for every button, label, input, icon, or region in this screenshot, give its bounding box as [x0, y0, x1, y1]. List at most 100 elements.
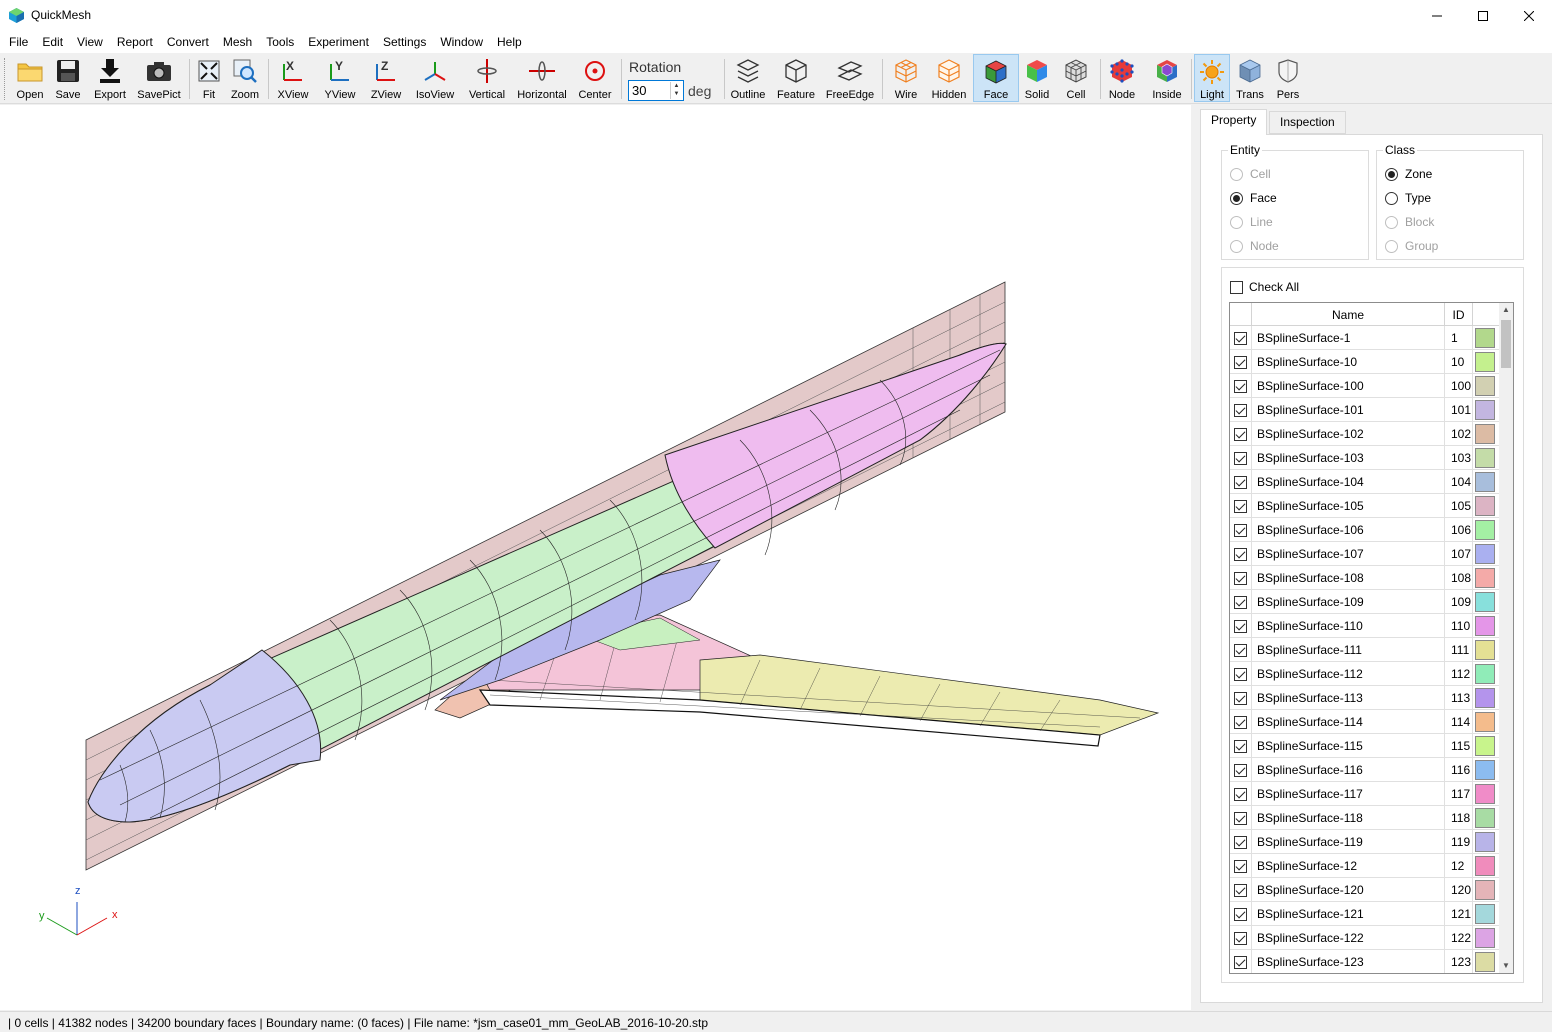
scroll-up-icon[interactable]: ▲: [1499, 303, 1513, 317]
table-row[interactable]: BSplineSurface-108 108: [1230, 566, 1500, 590]
entity-radio-line[interactable]: Line: [1230, 215, 1273, 229]
entity-radio-face[interactable]: Face: [1230, 191, 1277, 205]
menu-file[interactable]: File: [2, 31, 35, 53]
row-checkbox[interactable]: [1230, 806, 1252, 830]
table-row[interactable]: BSplineSurface-109 109: [1230, 590, 1500, 614]
row-checkbox[interactable]: [1230, 662, 1252, 686]
table-row[interactable]: BSplineSurface-112 112: [1230, 662, 1500, 686]
menu-settings[interactable]: Settings: [376, 31, 433, 53]
table-row[interactable]: BSplineSurface-118 118: [1230, 806, 1500, 830]
row-color-swatch[interactable]: [1475, 328, 1495, 348]
table-row[interactable]: BSplineSurface-116 116: [1230, 758, 1500, 782]
row-color-swatch[interactable]: [1475, 688, 1495, 708]
row-checkbox[interactable]: [1230, 902, 1252, 926]
menu-report[interactable]: Report: [110, 31, 160, 53]
table-row[interactable]: BSplineSurface-1 1: [1230, 326, 1500, 350]
center-button[interactable]: Center: [575, 54, 615, 102]
column-header-name[interactable]: Name: [1252, 303, 1445, 326]
table-row[interactable]: BSplineSurface-12 12: [1230, 854, 1500, 878]
table-row[interactable]: BSplineSurface-102 102: [1230, 422, 1500, 446]
xview-button[interactable]: X XView: [274, 54, 312, 102]
horizontal-button[interactable]: Horizontal: [515, 54, 569, 102]
inside-button[interactable]: Inside: [1148, 54, 1186, 102]
table-row[interactable]: BSplineSurface-122 122: [1230, 926, 1500, 950]
row-color-swatch[interactable]: [1475, 784, 1495, 804]
feature-button[interactable]: Feature: [774, 54, 818, 102]
toolbar-grip[interactable]: [4, 58, 7, 100]
table-row[interactable]: BSplineSurface-113 113: [1230, 686, 1500, 710]
fit-button[interactable]: Fit: [194, 54, 224, 102]
table-row[interactable]: BSplineSurface-119 119: [1230, 830, 1500, 854]
row-checkbox[interactable]: [1230, 422, 1252, 446]
row-checkbox[interactable]: [1230, 950, 1252, 973]
menu-mesh[interactable]: Mesh: [216, 31, 259, 53]
table-row[interactable]: BSplineSurface-120 120: [1230, 878, 1500, 902]
row-checkbox[interactable]: [1230, 854, 1252, 878]
table-row[interactable]: BSplineSurface-103 103: [1230, 446, 1500, 470]
class-radio-type[interactable]: Type: [1385, 191, 1431, 205]
row-checkbox[interactable]: [1230, 470, 1252, 494]
table-row[interactable]: BSplineSurface-106 106: [1230, 518, 1500, 542]
menu-help[interactable]: Help: [490, 31, 529, 53]
rotation-input[interactable]: 30 ▲ ▼: [628, 80, 684, 101]
row-checkbox[interactable]: [1230, 446, 1252, 470]
scroll-thumb[interactable]: [1501, 320, 1511, 368]
row-color-swatch[interactable]: [1475, 520, 1495, 540]
row-color-swatch[interactable]: [1475, 880, 1495, 900]
row-checkbox[interactable]: [1230, 350, 1252, 374]
row-color-swatch[interactable]: [1475, 952, 1495, 972]
minimize-button[interactable]: [1414, 0, 1460, 31]
table-row[interactable]: BSplineSurface-107 107: [1230, 542, 1500, 566]
scroll-down-icon[interactable]: ▼: [1499, 959, 1513, 973]
class-radio-zone[interactable]: Zone: [1385, 167, 1432, 181]
yview-button[interactable]: Y YView: [320, 54, 360, 102]
maximize-button[interactable]: [1460, 0, 1506, 31]
table-row[interactable]: BSplineSurface-100 100: [1230, 374, 1500, 398]
rotation-spinner[interactable]: ▲ ▼: [670, 82, 682, 99]
open-button[interactable]: Open: [12, 54, 48, 102]
row-color-swatch[interactable]: [1475, 904, 1495, 924]
row-color-swatch[interactable]: [1475, 760, 1495, 780]
row-color-swatch[interactable]: [1475, 400, 1495, 420]
row-color-swatch[interactable]: [1475, 448, 1495, 468]
table-row[interactable]: BSplineSurface-110 110: [1230, 614, 1500, 638]
node-button[interactable]: Node: [1104, 54, 1140, 102]
row-checkbox[interactable]: [1230, 590, 1252, 614]
row-color-swatch[interactable]: [1475, 664, 1495, 684]
export-button[interactable]: Export: [90, 54, 130, 102]
menu-tools[interactable]: Tools: [259, 31, 301, 53]
table-scrollbar[interactable]: ▲ ▼: [1499, 303, 1513, 973]
row-checkbox[interactable]: [1230, 518, 1252, 542]
table-row[interactable]: BSplineSurface-123 123: [1230, 950, 1500, 973]
row-color-swatch[interactable]: [1475, 712, 1495, 732]
menu-convert[interactable]: Convert: [160, 31, 216, 53]
freeedge-button[interactable]: FreeEdge: [824, 54, 876, 102]
table-row[interactable]: BSplineSurface-104 104: [1230, 470, 1500, 494]
3d-viewport[interactable]: z y x: [0, 105, 1191, 1010]
row-checkbox[interactable]: [1230, 878, 1252, 902]
row-checkbox[interactable]: [1230, 494, 1252, 518]
light-button[interactable]: Light: [1194, 54, 1230, 102]
row-checkbox[interactable]: [1230, 686, 1252, 710]
table-row[interactable]: BSplineSurface-117 117: [1230, 782, 1500, 806]
menu-window[interactable]: Window: [433, 31, 490, 53]
check-all-checkbox[interactable]: Check All: [1230, 280, 1299, 294]
cell-button[interactable]: Cell: [1060, 54, 1092, 102]
table-row[interactable]: BSplineSurface-111 111: [1230, 638, 1500, 662]
outline-button[interactable]: Outline: [728, 54, 768, 102]
menu-experiment[interactable]: Experiment: [301, 31, 376, 53]
row-checkbox[interactable]: [1230, 566, 1252, 590]
isoview-button[interactable]: IsoView: [412, 54, 458, 102]
menu-view[interactable]: View: [70, 31, 110, 53]
entity-radio-cell[interactable]: Cell: [1230, 167, 1271, 181]
vertical-button[interactable]: Vertical: [465, 54, 509, 102]
row-checkbox[interactable]: [1230, 398, 1252, 422]
face-button[interactable]: Face: [973, 54, 1019, 102]
row-color-swatch[interactable]: [1475, 544, 1495, 564]
entity-radio-node[interactable]: Node: [1230, 239, 1279, 253]
tab-property[interactable]: Property: [1200, 109, 1268, 135]
table-row[interactable]: BSplineSurface-121 121: [1230, 902, 1500, 926]
savepict-button[interactable]: SavePict: [136, 54, 182, 102]
solid-button[interactable]: Solid: [1021, 54, 1053, 102]
row-checkbox[interactable]: [1230, 734, 1252, 758]
